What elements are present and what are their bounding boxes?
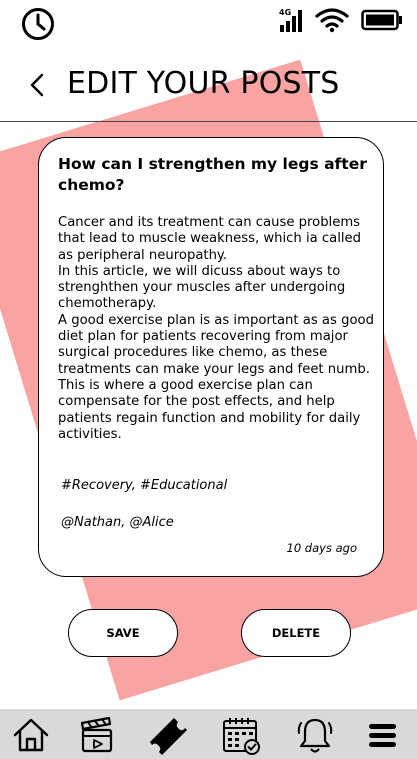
wifi-icon — [315, 8, 349, 33]
network-label: 4G — [279, 8, 291, 17]
home-icon[interactable] — [11, 715, 51, 755]
post-card: How can I strengthen my legs after chemo… — [38, 137, 384, 577]
menu-icon[interactable] — [362, 715, 402, 755]
post-tags[interactable]: #Recovery, #Educational — [61, 478, 227, 493]
delete-button[interactable]: DELETE — [241, 609, 351, 657]
post-title[interactable]: How can I strengthen my legs after chemo… — [58, 154, 376, 196]
signal-icon: 4G — [279, 8, 302, 32]
post-timestamp: 10 days ago — [286, 541, 357, 555]
clock-icon — [22, 8, 54, 40]
bell-icon[interactable] — [295, 715, 335, 755]
status-bar: 4G — [0, 0, 417, 48]
ticket-icon[interactable] — [147, 715, 187, 755]
header-divider — [0, 121, 417, 122]
save-button[interactable]: SAVE — [68, 609, 178, 657]
calendar-icon[interactable] — [221, 715, 261, 755]
video-icon[interactable] — [78, 715, 118, 755]
battery-icon — [361, 9, 402, 31]
header: EDIT YOUR POSTS — [0, 60, 417, 122]
chevron-left-icon[interactable] — [26, 72, 50, 98]
page-title: EDIT YOUR POSTS — [67, 66, 340, 101]
bottom-nav-bar — [0, 709, 417, 759]
post-body[interactable]: Cancer and its treatment can cause probl… — [58, 215, 378, 443]
post-mentions[interactable]: @Nathan, @Alice — [61, 515, 174, 530]
